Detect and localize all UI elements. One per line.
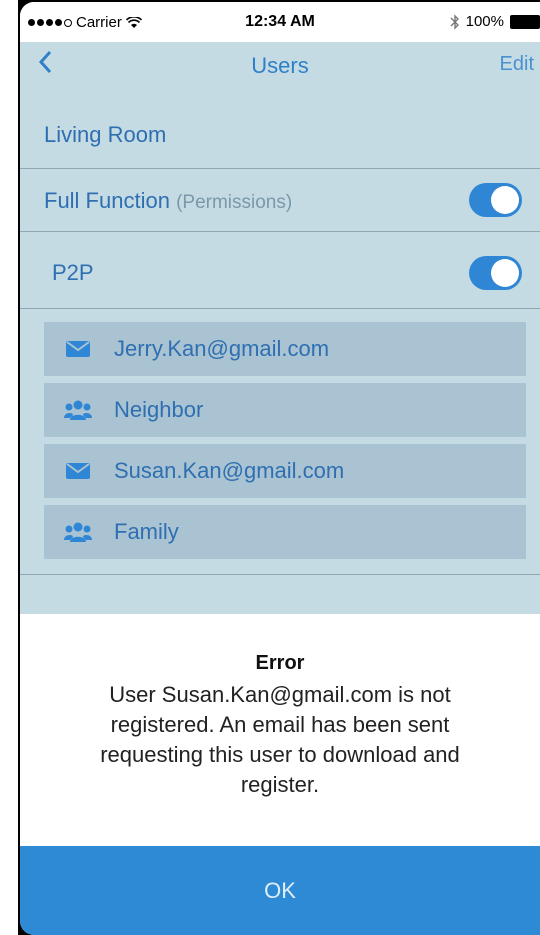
- group-icon: [64, 399, 92, 421]
- dialog-title: Error: [255, 652, 305, 674]
- device-frame: Carrier 12:34 AM 100% Users Edit Living …: [18, 0, 540, 935]
- status-bar: Carrier 12:34 AM 100%: [20, 2, 540, 42]
- full-function-row: Full Function (Permissions): [20, 169, 540, 232]
- p2p-row: P2P: [20, 232, 540, 309]
- edit-button[interactable]: Edit: [500, 53, 534, 76]
- ok-button[interactable]: OK: [20, 846, 540, 935]
- full-function-toggle[interactable]: [469, 183, 522, 217]
- room-row: Living Room: [20, 102, 540, 169]
- user-item-label: Susan.Kan@gmail.com: [114, 458, 345, 483]
- user-list: Jerry.Kan@gmail.com Neighbor Susan.Kan@g…: [44, 322, 526, 566]
- mail-icon: [64, 462, 92, 480]
- error-dialog: Error User Susan.Kan@gmail.com is not re…: [20, 614, 540, 846]
- room-name: Living Room: [44, 122, 167, 147]
- dialog-message: User Susan.Kan@gmail.com is not register…: [100, 682, 460, 797]
- battery-icon: [510, 14, 540, 29]
- user-item-family[interactable]: Family: [44, 505, 526, 559]
- battery-label: 100%: [465, 13, 504, 30]
- bluetooth-icon: [450, 13, 459, 30]
- user-item-neighbor[interactable]: Neighbor: [44, 383, 526, 437]
- full-function-title: Full Function: [44, 188, 170, 213]
- mail-icon: [64, 340, 92, 358]
- user-item-label: Family: [114, 519, 179, 544]
- user-item-jerry[interactable]: Jerry.Kan@gmail.com: [44, 322, 526, 376]
- permissions-sublabel: (Permissions): [176, 192, 293, 213]
- nav-bar: Users Edit: [20, 42, 540, 88]
- user-item-label: Neighbor: [114, 397, 204, 422]
- full-function-label: Full Function (Permissions): [44, 188, 292, 214]
- screen: Carrier 12:34 AM 100% Users Edit Living …: [20, 2, 540, 935]
- user-item-susan[interactable]: Susan.Kan@gmail.com: [44, 444, 526, 498]
- p2p-toggle[interactable]: [469, 256, 522, 290]
- divider: [20, 574, 540, 575]
- p2p-label: P2P: [52, 260, 94, 285]
- group-icon: [64, 521, 92, 543]
- user-item-label: Jerry.Kan@gmail.com: [114, 336, 330, 361]
- page-title: Users: [251, 53, 309, 78]
- status-right: 100%: [450, 13, 540, 30]
